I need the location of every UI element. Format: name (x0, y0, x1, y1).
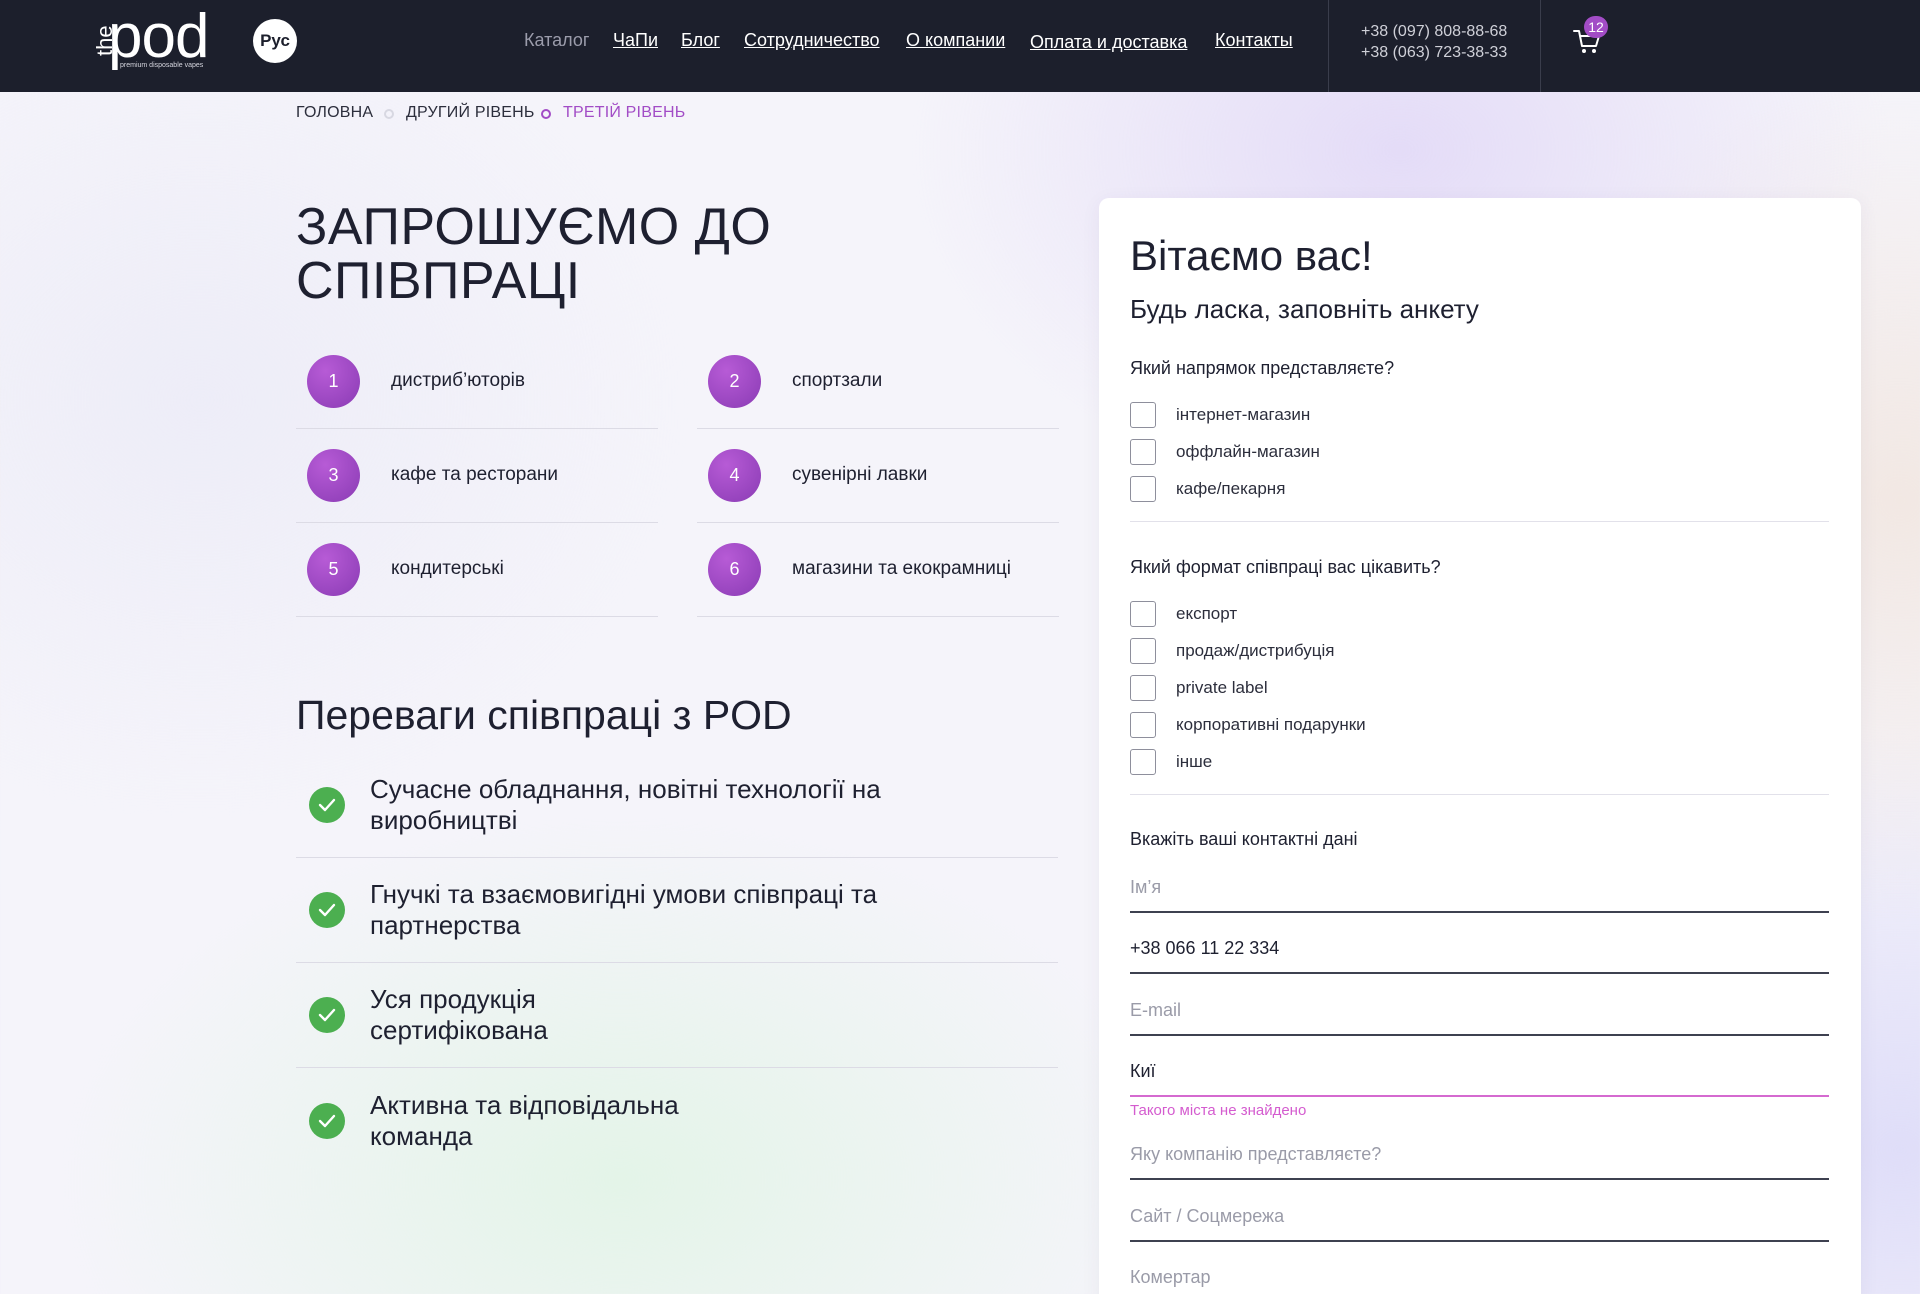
comment-input[interactable] (1130, 1253, 1829, 1294)
checkbox-offline-store[interactable]: оффлайн-магазин (1130, 439, 1320, 465)
company-input[interactable] (1130, 1130, 1829, 1180)
form-separator (1130, 521, 1829, 522)
checkbox-private-label[interactable]: private label (1130, 675, 1268, 701)
checkbox-export[interactable]: експорт (1130, 601, 1237, 627)
number-badge: 6 (708, 542, 761, 596)
advantage-item: Активна та відповідальна команда (296, 1068, 1058, 1173)
nav-item-catalog[interactable]: Каталог (524, 30, 589, 51)
audience-item: 1 дистриб’юторів (296, 334, 658, 429)
checkbox-other[interactable]: інше (1130, 749, 1212, 775)
logo-tagline: premium disposable vapes (120, 62, 204, 69)
audience-item: 6 магазини та екокрамниці (697, 522, 1059, 617)
audience-label: кафе та ресторани (391, 464, 559, 485)
checkbox-cafe-bakery[interactable]: кафе/пекарня (1130, 476, 1285, 502)
checkbox[interactable] (1130, 749, 1156, 775)
audience-item: 4 сувенірні лавки (697, 428, 1059, 523)
advantage-item: Уся продукція сертифікована (296, 963, 1058, 1068)
contacts-label: Вкажіть ваші контактні дані (1130, 829, 1358, 849)
name-input[interactable] (1130, 863, 1829, 913)
checkbox-label: кафе/пекарня (1176, 479, 1286, 498)
phone-input[interactable] (1130, 924, 1829, 974)
checkbox-online-store[interactable]: інтернет-магазин (1130, 402, 1310, 428)
number-badge: 3 (307, 448, 360, 502)
advantage-text: Уся продукція сертифікована (370, 984, 548, 1045)
nav-item-payment-delivery[interactable]: Оплата и доставка (1030, 32, 1187, 53)
email-input[interactable] (1130, 986, 1829, 1036)
header-divider (1540, 0, 1541, 92)
audience-label: магазини та екокрамниці (792, 558, 1011, 579)
audience-label: спортзали (792, 370, 883, 391)
nav-item-contacts[interactable]: Контакты (1215, 30, 1293, 51)
logo-pod-text: pod (108, 2, 209, 71)
audience-item: 2 спортзали (697, 334, 1059, 429)
site-header: the pod premium disposable vapes Рус Кат… (0, 0, 1920, 92)
breadcrumb-separator (541, 109, 551, 119)
checkbox[interactable] (1130, 712, 1156, 738)
breadcrumb-home[interactable]: ГОЛОВНА (296, 104, 373, 122)
breadcrumb-level-2[interactable]: ДРУГИЙ РІВЕНЬ (406, 104, 535, 122)
nav-item-blog[interactable]: Блог (681, 30, 720, 51)
application-form: Вітаємо вас! Будь ласка, заповніть анкет… (1099, 198, 1861, 1294)
language-switch-button[interactable]: Рус (253, 19, 297, 63)
number-badge: 5 (307, 542, 360, 596)
number-badge: 2 (708, 354, 761, 408)
city-error-message: Такого міста не знайдено (1130, 1102, 1307, 1119)
nav-item-cooperation[interactable]: Сотрудничество (744, 30, 880, 51)
checkbox-label: оффлайн-магазин (1176, 442, 1320, 461)
checkbox-label: корпоративні подарунки (1176, 715, 1366, 734)
checkmark-icon (309, 787, 345, 823)
advantage-text: Активна та відповідальна команда (370, 1089, 679, 1151)
audience-item: 3 кафе та ресторани (296, 428, 658, 523)
checkmark-icon (309, 997, 345, 1033)
nav-item-about[interactable]: О компании (906, 30, 1005, 51)
form-subtitle: Будь ласка, заповніть анкету (1130, 294, 1479, 324)
checkbox-label: інтернет-магазин (1176, 405, 1311, 424)
phone-numbers: +38 (097) 808-88-68 +38 (063) 723-38-33 (1361, 21, 1507, 63)
breadcrumb-current: ТРЕТІЙ РІВЕНЬ (563, 104, 686, 121)
checkbox-label: продаж/дистрибуція (1176, 641, 1335, 660)
website-social-input[interactable] (1130, 1192, 1829, 1242)
phone-link-2[interactable]: +38 (063) 723-38-33 (1361, 42, 1507, 63)
header-divider (1328, 0, 1329, 92)
audience-label: сувенірні лавки (792, 464, 928, 485)
breadcrumb-separator (384, 109, 394, 119)
checkmark-icon (309, 892, 345, 928)
audience-label: дистриб’юторів (391, 370, 525, 391)
checkbox[interactable] (1130, 439, 1156, 465)
checkbox-label: інше (1176, 752, 1213, 771)
form-separator (1130, 794, 1829, 795)
checkmark-icon (309, 1102, 345, 1139)
advantage-item: Сучасне обладнання, новітні технології н… (296, 753, 1058, 858)
logo[interactable]: the pod premium disposable vapes (92, 6, 222, 74)
audience-item: 5 кондитерські (296, 522, 658, 617)
form-title: Вітаємо вас! (1130, 232, 1373, 279)
phone-link-1[interactable]: +38 (097) 808-88-68 (1361, 21, 1507, 42)
audience-label: кондитерські (391, 558, 504, 579)
checkbox[interactable] (1130, 675, 1156, 701)
format-question: Який формат співпраці вас цікавить? (1130, 557, 1441, 577)
number-badge: 4 (708, 448, 761, 502)
checkbox[interactable] (1130, 402, 1156, 428)
advantage-text: Сучасне обладнання, новітні технології н… (370, 774, 881, 835)
page-title: ЗАПРОШУЄМО ДО СПІВПРАЦІ (296, 198, 772, 310)
city-input[interactable] (1130, 1047, 1829, 1097)
checkbox-label: private label (1176, 678, 1268, 697)
checkbox-corporate-gifts[interactable]: корпоративні подарунки (1130, 712, 1366, 738)
checkbox-label: експорт (1176, 604, 1238, 623)
direction-question: Який напрямок представляєте? (1130, 358, 1395, 378)
cart-count-badge: 12 (1584, 16, 1608, 38)
checkbox[interactable] (1130, 601, 1156, 627)
nav-item-faq[interactable]: ЧаПи (613, 30, 658, 51)
advantages-title: Переваги співпраці з POD (296, 692, 792, 738)
advantage-item: Гнучкі та взаємовигідні умови співпраці … (296, 858, 1058, 963)
checkbox[interactable] (1130, 638, 1156, 664)
checkbox[interactable] (1130, 476, 1156, 502)
checkbox-sales-distribution[interactable]: продаж/дистрибуція (1130, 638, 1334, 664)
number-badge: 1 (307, 354, 360, 408)
advantage-text: Гнучкі та взаємовигідні умови співпраці … (370, 879, 878, 940)
